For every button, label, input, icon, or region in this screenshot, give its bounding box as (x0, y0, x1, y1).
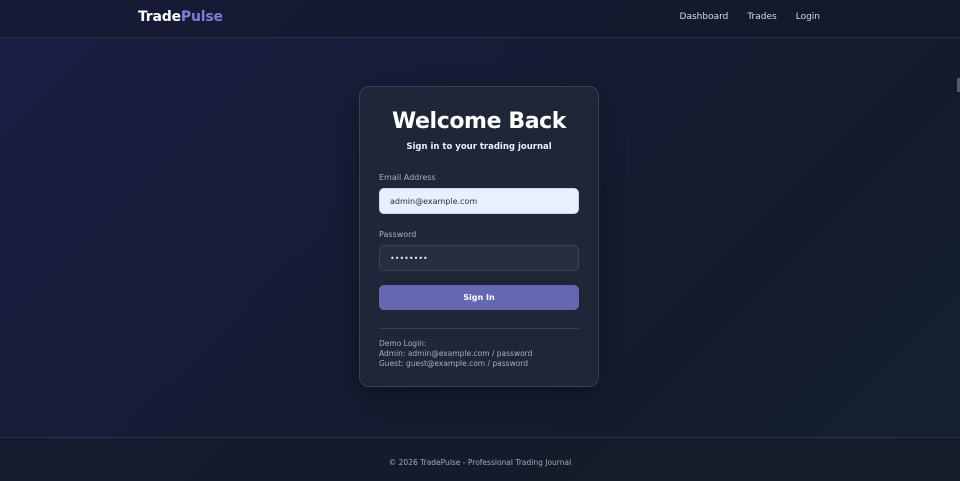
sign-in-button[interactable]: Sign In (379, 285, 579, 310)
page-subtitle: Sign in to your trading journal (406, 142, 552, 152)
demo-login-guest: Guest: guest@example.com / password (379, 359, 529, 368)
page-title: Welcome Back (391, 109, 567, 134)
password-field[interactable] (379, 245, 579, 271)
password-label: Password (379, 230, 417, 239)
nav-link-login[interactable]: Login (796, 12, 820, 22)
footer: © 2026 TradePulse - Professional Trading… (0, 437, 960, 481)
nav-links: Dashboard Trades Login (680, 12, 820, 22)
email-field[interactable] (379, 188, 579, 214)
footer-text: © 2026 TradePulse - Professional Trading… (388, 458, 572, 467)
demo-login-title: Demo Login: (379, 339, 427, 348)
nav-link-trades[interactable]: Trades (747, 12, 776, 22)
email-label: Email Address (379, 173, 436, 182)
demo-login-admin: Admin: admin@example.com / password (379, 349, 533, 358)
navbar: TradePulse Dashboard Trades Login (0, 0, 960, 38)
login-card: Welcome Back Sign in to your trading jou… (359, 86, 599, 387)
brand-logo[interactable]: TradePulse (138, 9, 223, 25)
demo-login-info: Demo Login: Admin: admin@example.com / p… (379, 339, 532, 369)
brand-text-trade: Trade (138, 9, 181, 25)
divider (379, 328, 579, 329)
nav-link-dashboard[interactable]: Dashboard (680, 12, 729, 22)
brand-text-pulse: Pulse (180, 9, 223, 25)
